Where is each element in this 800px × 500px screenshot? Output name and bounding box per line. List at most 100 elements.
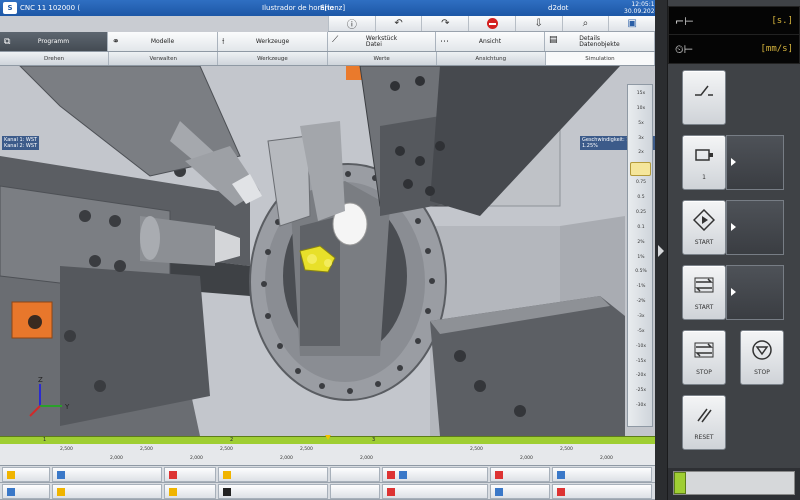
motor-button[interactable]: 1 (682, 135, 726, 190)
save-button[interactable]: ▣ (608, 16, 655, 31)
expand-arrow-icon (731, 158, 736, 166)
speed-scale-label[interactable]: 0.5% (631, 269, 651, 274)
cycle-start-options[interactable] (726, 265, 784, 320)
speed-scale-label[interactable]: 5x (631, 121, 651, 126)
program-timeline[interactable]: 1 2 3 (0, 435, 655, 444)
cycle-icon (694, 342, 714, 358)
tab-modelle[interactable]: ⚭ Modelle (108, 32, 218, 51)
motor-options[interactable] (726, 135, 784, 190)
import-button[interactable]: ⇩ (514, 16, 562, 31)
program-icon: ⧉ (4, 37, 11, 47)
tab-werkstueck[interactable]: ⟋ Werkstück Datei (328, 32, 436, 51)
svg-text:Z: Z (38, 376, 43, 384)
speed-scale-thumb[interactable] (630, 162, 651, 177)
undo-button[interactable]: ↶ (374, 16, 422, 31)
stop-button[interactable]: STOP (740, 330, 784, 385)
speed-scale-label[interactable]: 0.5 (631, 195, 651, 200)
speed-scale-label[interactable]: 0.1 (631, 225, 651, 230)
speed-scale-label[interactable]: -15x (631, 359, 651, 364)
speed-scale-label[interactable]: 1% (631, 255, 651, 260)
subtab-werte[interactable]: Werte (328, 52, 437, 65)
speed-scale-label[interactable]: 2x (631, 150, 651, 155)
redo-button[interactable]: ↷ (421, 16, 468, 31)
lane-block[interactable] (552, 484, 652, 499)
speed-scale-label[interactable]: 10x (631, 106, 651, 111)
speed-scale-label[interactable]: -25x (631, 388, 651, 393)
time-display: ⌐⊢ [s.] (668, 6, 800, 36)
lane-block[interactable] (2, 484, 50, 499)
info-icon: ⓘ (346, 20, 357, 31)
cancel-button[interactable] (468, 16, 515, 31)
lane-block[interactable] (490, 484, 550, 499)
lane-block[interactable] (552, 467, 652, 482)
panel-collapse-handle[interactable] (655, 0, 668, 500)
reset-button[interactable]: RESET (682, 395, 726, 450)
tab-ansicht[interactable]: ⋯ Ansicht (436, 32, 545, 51)
subtab-simulation[interactable]: Simulation (545, 52, 656, 65)
subtab-werkzeuge[interactable]: Werkzeuge (218, 52, 328, 65)
expand-arrow-icon (731, 288, 736, 296)
time-unit: [s.] (771, 16, 793, 26)
lane-block[interactable] (52, 467, 162, 482)
speed-scale-label[interactable]: -5x (631, 329, 651, 334)
lane-block[interactable] (382, 467, 488, 482)
lane-block[interactable] (164, 467, 216, 482)
lane-block[interactable] (2, 467, 50, 482)
timeline-tick: 1 (43, 437, 47, 443)
speed-scale[interactable]: 15x10x5x3x2x1x0.750.50.250.12%1%0.5%-1%-… (627, 84, 653, 427)
tab-werkzeuge[interactable]: ⟊ Werkzeuge (218, 32, 328, 51)
speed-scale-label[interactable]: 0.25 (631, 210, 651, 215)
lane-block[interactable] (330, 484, 380, 499)
speed-scale-label[interactable]: -3x (631, 314, 651, 319)
override-slider[interactable] (673, 471, 795, 495)
speed-scale-label[interactable]: -2% (631, 299, 651, 304)
zoom-button[interactable]: ⌕ (561, 16, 609, 31)
undo-icon: ↶ (394, 18, 403, 29)
tab-programm[interactable]: ⧉ Programm (0, 32, 108, 51)
app-logo-icon: S (3, 2, 17, 14)
override-slider-knob[interactable] (674, 472, 686, 494)
subtab-ansichtung[interactable]: Ansichtung (437, 52, 546, 65)
speed-scale-label[interactable]: -10x (631, 344, 651, 349)
lane-block[interactable] (330, 467, 380, 482)
info-button[interactable]: ⓘ (328, 16, 375, 31)
user-name: d2dot (548, 4, 569, 12)
app-title: CNC 11 102000 (0.0) (20, 4, 80, 12)
cycle-stop-button[interactable]: STOP (682, 330, 726, 385)
speed-scale-label[interactable]: -30x (631, 403, 651, 408)
lane-block[interactable] (52, 484, 162, 499)
quick-toolbar: ⓘ ↶ ↷ ⇩ ⌕ ▣ (328, 16, 655, 32)
speed-scale-label[interactable]: 2% (631, 240, 651, 245)
lane-block[interactable] (218, 484, 328, 499)
lane-block[interactable] (382, 484, 488, 499)
title-bar: S CNC 11 102000 (0.0) Ilustrador de horá… (0, 0, 659, 16)
speed-scale-label[interactable]: -20x (631, 373, 651, 378)
simulation-viewport[interactable]: Y Z Kanal 1: WST Kanal 2: WST Geschwindi… (0, 66, 655, 436)
speed-scale-label[interactable]: 3x (631, 136, 651, 141)
speed-scale-label[interactable]: 15x (631, 91, 651, 96)
clock: 12:05:11 30.09.2024 (624, 1, 659, 15)
model-icon: ⚭ (112, 37, 120, 47)
lane-block[interactable] (164, 484, 216, 499)
lane-block[interactable] (490, 467, 550, 482)
view-icon: ⋯ (440, 37, 449, 47)
cycle-start-button[interactable]: START (682, 265, 726, 320)
main-area: S CNC 11 102000 (0.0) Ilustrador de horá… (0, 0, 659, 500)
speed-scale-label[interactable]: 0.75 (631, 180, 651, 185)
lane-block[interactable] (218, 467, 328, 482)
timeline-position-marker[interactable] (324, 435, 331, 440)
machine-3d-scene: Y Z (0, 66, 655, 436)
workpiece-icon: ⟋ (332, 35, 339, 45)
subtab-drehen[interactable]: Drehen (0, 52, 110, 65)
tab-details[interactable]: ▤ Details Datenobjekte (545, 32, 655, 51)
subtab-verwalten[interactable]: Verwalten (109, 52, 219, 65)
timer-icon: ⌐⊢ (675, 15, 694, 28)
cycle-icon (694, 277, 714, 293)
start-options[interactable] (726, 200, 784, 255)
app-window: S CNC 11 102000 (0.0) Ilustrador de horá… (0, 0, 800, 500)
feed-unit: [mm/s] (760, 44, 793, 54)
switch-button[interactable] (682, 70, 726, 125)
speed-scale-label[interactable]: -1% (631, 284, 651, 289)
reset-icon (697, 408, 712, 423)
start-button[interactable]: START (682, 200, 726, 255)
